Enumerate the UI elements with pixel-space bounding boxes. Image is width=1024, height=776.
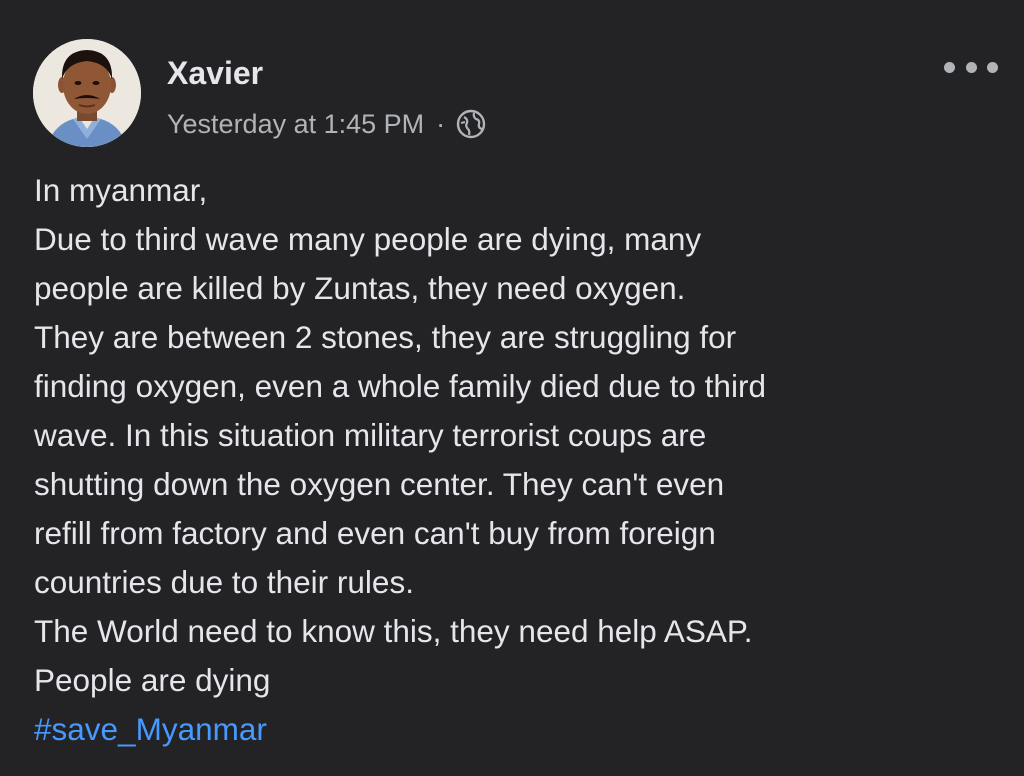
hashtag-link[interactable]: #save_Myanmar — [34, 705, 994, 754]
post-text-line: The World need to know this, they need h… — [34, 613, 753, 649]
post-text-line: Due to third wave many people are dying,… — [34, 221, 702, 257]
post-text-line: shutting down the oxygen center. They ca… — [34, 466, 725, 502]
post-text-line: In myanmar, — [34, 172, 208, 208]
post-meta: Yesterday at 1:45 PM · — [167, 104, 487, 144]
post-card: Xavier Yesterday at 1:45 PM · In myanmar… — [0, 0, 1024, 776]
dot — [944, 61, 955, 73]
post-text-line: wave. In this situation military terrori… — [34, 417, 707, 453]
post-body: In myanmar, Due to third wave many peopl… — [34, 166, 994, 754]
post-text-line: countries due to their rules. — [34, 564, 414, 600]
author-name[interactable]: Xavier — [167, 53, 263, 93]
dot — [987, 61, 998, 73]
meta-separator: · — [436, 108, 446, 139]
post-text-line: people are killed by Zuntas, they need o… — [34, 270, 686, 306]
avatar[interactable] — [33, 39, 141, 147]
post-text-line: They are between 2 stones, they are stru… — [34, 319, 737, 355]
more-options-icon[interactable] — [944, 52, 998, 82]
globe-icon[interactable] — [455, 108, 487, 140]
dot — [965, 61, 977, 73]
post-timestamp[interactable]: Yesterday at 1:45 PM — [167, 109, 424, 140]
post-text-line: finding oxygen, even a whole family died… — [34, 368, 766, 404]
post-text-line: People are dying — [34, 662, 271, 698]
post-text-line: refill from factory and even can't buy f… — [34, 515, 716, 551]
